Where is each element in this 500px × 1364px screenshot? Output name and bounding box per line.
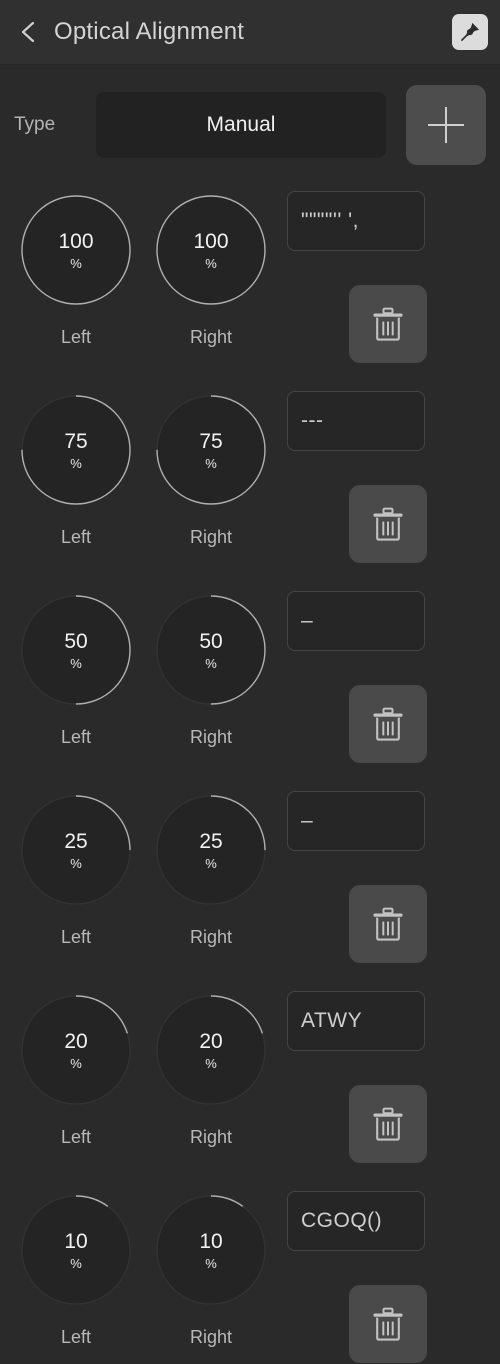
characters-value: CGOQ() [301, 1208, 383, 1232]
characters-field[interactable]: """"'' ', [287, 191, 425, 251]
characters-value: ATWY [301, 1008, 363, 1032]
type-row: Type Manual [0, 65, 500, 185]
chevron-left-icon [21, 21, 35, 43]
type-select-value: Manual [206, 113, 276, 136]
back-button[interactable] [6, 10, 50, 54]
right-percent-value: 25 [199, 829, 223, 853]
type-label: Type [14, 114, 56, 135]
left-percent-dial[interactable]: 10 % [21, 1195, 131, 1305]
right-dial-caption: Right [189, 527, 233, 547]
right-percent-value: 100 [193, 229, 229, 253]
right-percent-unit: % [205, 1255, 217, 1271]
add-button[interactable] [406, 85, 486, 165]
characters-value: --- [301, 408, 324, 432]
delete-row-button[interactable] [349, 885, 427, 963]
left-percent-value: 20 [64, 1029, 88, 1053]
right-percent-value: 75 [199, 429, 223, 453]
left-percent-dial[interactable]: 25 % [21, 795, 131, 905]
characters-field[interactable]: – [287, 791, 425, 851]
right-percent-unit: % [205, 855, 217, 871]
type-select[interactable]: Manual [96, 92, 386, 158]
right-percent-dial[interactable]: 10 % [156, 1195, 266, 1305]
right-percent-dial[interactable]: 20 % [156, 995, 266, 1105]
left-dial-caption: Left [60, 527, 92, 547]
alignment-row-5: 10 % 10 % Left Right CGOQ() [0, 1185, 500, 1364]
left-percent-unit: % [70, 455, 82, 471]
characters-value: – [301, 808, 314, 832]
right-percent-unit: % [205, 1055, 217, 1071]
left-dial-caption: Left [60, 327, 92, 347]
left-dial-caption: Left [60, 1127, 92, 1147]
right-percent-value: 20 [199, 1029, 223, 1053]
characters-field[interactable]: CGOQ() [287, 1191, 425, 1251]
left-percent-unit: % [70, 255, 82, 271]
trash-icon [373, 507, 403, 541]
left-percent-value: 75 [64, 429, 88, 453]
left-dial-caption: Left [60, 727, 92, 747]
left-percent-dial[interactable]: 20 % [21, 995, 131, 1105]
app-header: Optical Alignment [0, 0, 500, 65]
characters-field[interactable]: ATWY [287, 991, 425, 1051]
left-percent-unit: % [70, 855, 82, 871]
characters-value: – [301, 608, 314, 632]
alignment-row-4: 20 % 20 % Left Right ATWY [0, 985, 500, 1185]
characters-value: """"'' ', [301, 208, 360, 232]
alignment-row-3: 25 % 25 % Left Right – [0, 785, 500, 985]
trash-icon [373, 307, 403, 341]
right-dial-caption: Right [189, 727, 233, 747]
characters-field[interactable]: --- [287, 391, 425, 451]
right-percent-dial[interactable]: 50 % [156, 595, 266, 705]
right-percent-unit: % [205, 455, 217, 471]
delete-row-button[interactable] [349, 1085, 427, 1163]
pushpin-icon [461, 23, 479, 41]
pin-button[interactable] [452, 14, 488, 50]
alignment-row-0: 100 % 100 % Left Right """"'' ', [0, 185, 500, 385]
delete-row-button[interactable] [349, 285, 427, 363]
left-percent-unit: % [70, 1255, 82, 1271]
right-percent-unit: % [205, 655, 217, 671]
right-percent-unit: % [205, 255, 217, 271]
left-dial-caption: Left [60, 927, 92, 947]
optical-alignment-screen: Optical Alignment Type Manual 100 % 100 … [0, 0, 500, 1364]
left-percent-unit: % [70, 1055, 82, 1071]
left-percent-dial[interactable]: 75 % [21, 395, 131, 505]
delete-row-button[interactable] [349, 1285, 427, 1363]
alignment-row-1: 75 % 75 % Left Right --- [0, 385, 500, 585]
delete-row-button[interactable] [349, 685, 427, 763]
left-percent-dial[interactable]: 100 % [21, 195, 131, 305]
alignment-rows: 100 % 100 % Left Right """"'' ', 75 % 75… [0, 185, 500, 1364]
plus-icon [428, 107, 464, 143]
left-percent-value: 100 [58, 229, 94, 253]
left-percent-dial[interactable]: 50 % [21, 595, 131, 705]
delete-row-button[interactable] [349, 485, 427, 563]
left-percent-value: 10 [64, 1229, 88, 1253]
trash-icon [373, 1307, 403, 1341]
right-percent-dial[interactable]: 25 % [156, 795, 266, 905]
right-percent-value: 50 [199, 629, 223, 653]
characters-field[interactable]: – [287, 591, 425, 651]
left-dial-caption: Left [60, 1327, 92, 1347]
right-percent-dial[interactable]: 100 % [156, 195, 266, 305]
left-percent-unit: % [70, 655, 82, 671]
right-dial-caption: Right [189, 327, 233, 347]
right-dial-caption: Right [189, 927, 233, 947]
trash-icon [373, 1107, 403, 1141]
left-percent-value: 50 [64, 629, 88, 653]
trash-icon [373, 907, 403, 941]
right-percent-value: 10 [199, 1229, 223, 1253]
right-percent-dial[interactable]: 75 % [156, 395, 266, 505]
trash-icon [373, 707, 403, 741]
right-dial-caption: Right [189, 1127, 233, 1147]
page-title: Optical Alignment [54, 18, 245, 45]
right-dial-caption: Right [189, 1327, 233, 1347]
alignment-row-2: 50 % 50 % Left Right – [0, 585, 500, 785]
left-percent-value: 25 [64, 829, 88, 853]
